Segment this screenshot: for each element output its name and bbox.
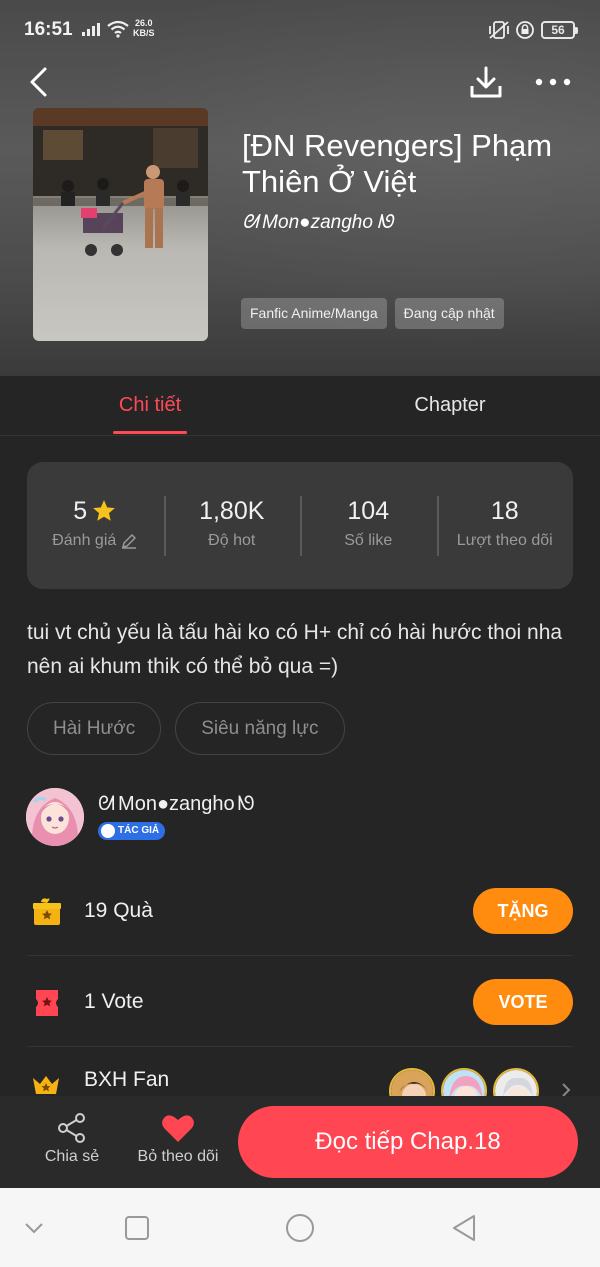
nav-recents-button[interactable]	[121, 1212, 153, 1244]
stats-card: 5 Đánh giá 1,80K Độ hot 104 Số like 18 L…	[27, 462, 573, 589]
author-badge: TÁC GIẢ	[98, 822, 166, 840]
cover-scene	[33, 108, 208, 256]
rating-value: 5	[73, 496, 88, 525]
tab-detail[interactable]: Chi tiết	[100, 376, 200, 436]
votes-row: 1 Vote VOTE	[27, 957, 573, 1047]
fan-ranking-label: BXH Fan	[84, 1068, 170, 1091]
battery-indicator: 56	[541, 21, 578, 39]
system-nav-bar	[0, 1188, 600, 1267]
continue-reading-button[interactable]: Đọc tiếp Chap.18	[238, 1106, 578, 1178]
tab-bar: Chi tiết Chapter	[0, 376, 600, 436]
author-name-line[interactable]: ᘛ Mon●zangho ᘚ	[98, 793, 255, 816]
chevron-left-icon	[30, 67, 47, 97]
gifts-row: 19 Quà TẶNG	[27, 866, 573, 956]
speed-unit: KB/S	[133, 28, 155, 38]
story-description: tui vt chủ yếu là tấu hài ko có H+ chỉ c…	[27, 621, 563, 678]
hot-value: 1,80K	[199, 496, 265, 525]
stat-likes: 104 Số like	[300, 495, 437, 556]
flourish-right-icon: ᘚ	[376, 212, 394, 233]
rating-label: Đánh giá	[52, 531, 117, 549]
author-badge-icon	[101, 824, 115, 838]
author-avatar-art	[26, 788, 84, 846]
star-icon	[93, 499, 116, 521]
flourish-left-icon: ᘛ	[98, 793, 116, 815]
author-badge-label: TÁC GIẢ	[118, 825, 160, 836]
follows-value: 18	[490, 496, 519, 525]
vibrate-off-icon	[489, 21, 509, 39]
status-time: 16:51	[24, 19, 73, 40]
triangle-back-icon	[453, 1215, 475, 1241]
stat-follows: 18 Lượt theo dõi	[436, 495, 574, 556]
nav-back-button[interactable]	[448, 1212, 480, 1244]
status-bar: 16:51 26.0 KB/S 56	[0, 0, 600, 60]
bottom-action-bar: Chia sẻ Bỏ theo dõi Đọc tiếp Chap.18	[0, 1096, 600, 1188]
tag-status: Đang cập nhật	[394, 298, 504, 329]
author-name: Mon●zangho	[118, 793, 235, 815]
story-cover-image[interactable]	[33, 108, 208, 341]
circle-icon	[286, 1214, 314, 1242]
rotation-lock-icon	[516, 21, 534, 39]
genre-tag-superpower[interactable]: Siêu năng lực	[175, 702, 345, 755]
share-icon	[58, 1113, 85, 1143]
back-button[interactable]	[18, 62, 58, 102]
speed-value: 26.0	[134, 18, 153, 28]
wifi-icon	[107, 20, 129, 38]
hot-label: Độ hot	[208, 531, 256, 549]
story-title: [ĐN Revengers] Phạm Thiên Ở Việt	[242, 128, 553, 199]
share-button[interactable]: Chia sẻ	[38, 1110, 106, 1166]
nav-home-button[interactable]	[284, 1212, 316, 1244]
story-tags: Fanfic Anime/Manga Đang cập nhật	[241, 298, 504, 329]
vote-button[interactable]: VOTE	[473, 979, 573, 1025]
tab-chapter[interactable]: Chapter	[390, 376, 510, 436]
gifts-count: 19 Quà	[84, 899, 153, 922]
share-label: Chia sẻ	[44, 1148, 100, 1165]
heart-icon	[162, 1115, 194, 1142]
flourish-left-icon: ᘛ	[242, 212, 259, 233]
votes-count: 1 Vote	[84, 990, 144, 1013]
pencil-icon	[122, 533, 137, 549]
network-speed: 26.0 KB/S	[133, 18, 155, 38]
avatar[interactable]	[26, 788, 84, 846]
more-options-button[interactable]	[530, 62, 576, 102]
download-button[interactable]	[464, 60, 508, 104]
unfollow-button[interactable]: Bỏ theo dõi	[130, 1110, 226, 1166]
story-author-name: Mon●zangho	[262, 212, 373, 233]
flourish-right-icon: ᘚ	[237, 793, 255, 815]
stat-hot: 1,80K Độ hot	[163, 495, 301, 556]
tag-category[interactable]: Fanfic Anime/Manga	[241, 298, 387, 329]
nav-collapse-button[interactable]	[18, 1212, 50, 1244]
follows-label: Lượt theo dõi	[456, 531, 553, 549]
download-icon	[470, 66, 502, 98]
story-header: 16:51 26.0 KB/S 56 [ĐN Revengers] Phạm T…	[0, 0, 600, 376]
genre-tags: Hài Hước Siêu năng lực	[27, 702, 345, 755]
square-icon	[125, 1216, 149, 1240]
ticket-icon	[36, 990, 58, 1016]
likes-value: 104	[347, 496, 390, 525]
story-author[interactable]: ᘛ Mon●zangho ᘚ	[242, 212, 393, 234]
gift-icon	[33, 898, 61, 925]
chevron-down-icon	[25, 1223, 43, 1234]
likes-label: Số like	[344, 531, 393, 549]
give-gift-button[interactable]: TẶNG	[473, 888, 573, 934]
unfollow-label: Bỏ theo dõi	[137, 1148, 219, 1165]
stat-rating[interactable]: 5 Đánh giá	[27, 496, 164, 556]
signal-icon	[82, 23, 100, 36]
more-dots-icon	[535, 78, 571, 86]
genre-tag-humor[interactable]: Hài Hước	[27, 702, 162, 755]
author-row[interactable]: ᘛ Mon●zangho ᘚ TÁC GIẢ	[26, 788, 586, 848]
